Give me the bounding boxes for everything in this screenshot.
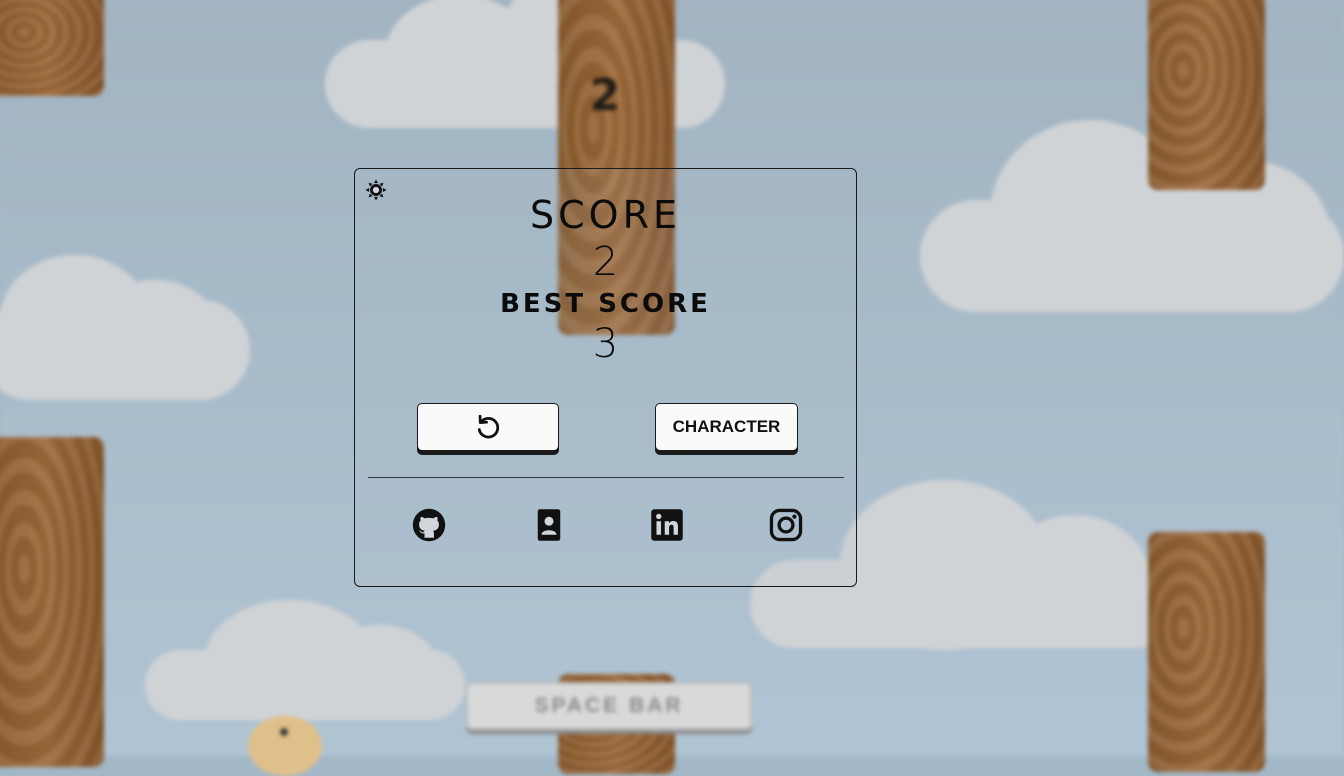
bird-character: [248, 716, 322, 776]
character-button[interactable]: CHARACTER: [655, 403, 798, 451]
best-score-label: BEST SCORE: [500, 289, 711, 319]
score-value: 2: [592, 239, 619, 285]
best-score-value: 3: [592, 321, 619, 367]
game-over-panel: SCORE 2 BEST SCORE 3 CHARACTER: [354, 168, 857, 587]
pipe: [1148, 0, 1265, 190]
space-bar-button[interactable]: SPACE BAR: [466, 682, 752, 730]
pipe: [0, 437, 104, 767]
pipe: [1148, 532, 1265, 772]
cloud: [145, 600, 465, 720]
cloud: [0, 255, 250, 400]
linkedin-icon[interactable]: [649, 507, 685, 543]
divider: [368, 477, 844, 478]
score-label: SCORE: [530, 193, 681, 237]
instagram-icon[interactable]: [768, 507, 804, 543]
bird-eye: [280, 728, 288, 736]
hud-score: 2: [589, 70, 621, 121]
github-icon[interactable]: [411, 507, 447, 543]
contact-card-icon[interactable]: [531, 507, 567, 543]
restart-icon: [477, 414, 500, 439]
restart-button[interactable]: [417, 403, 559, 451]
pipe: [0, 0, 104, 96]
cloud: [920, 120, 1344, 312]
